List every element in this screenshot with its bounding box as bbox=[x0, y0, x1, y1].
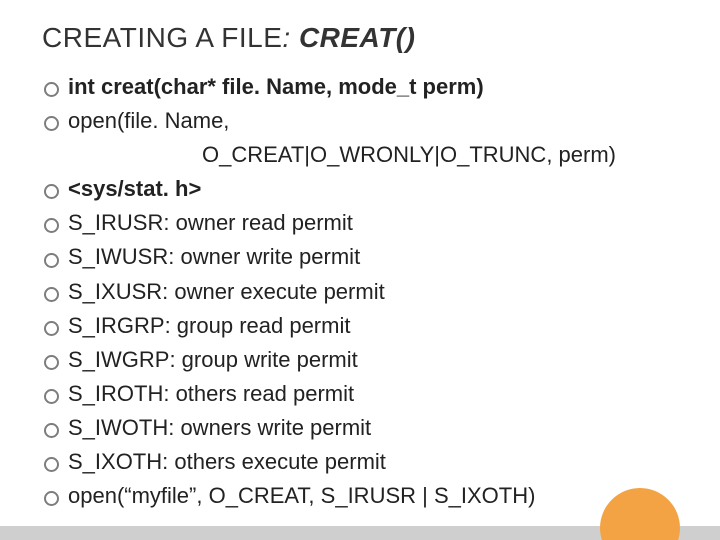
list-item: S_IRUSR: owner read permit bbox=[42, 206, 720, 240]
list-item-text: S_IRGRP: group read permit bbox=[68, 313, 350, 338]
list-item-text: S_IWOTH: owners write permit bbox=[68, 415, 371, 440]
list-item: S_IROTH: others read permit bbox=[42, 377, 720, 411]
list-item: int creat(char* file. Name, mode_t perm) bbox=[42, 70, 720, 104]
list-item: S_IWUSR: owner write permit bbox=[42, 240, 720, 274]
list-item-text: S_IRUSR: owner read permit bbox=[68, 210, 353, 235]
list-item-text: S_IWUSR: owner write permit bbox=[68, 244, 360, 269]
list-item: S_IRGRP: group read permit bbox=[42, 309, 720, 343]
title-colon: : bbox=[282, 22, 299, 53]
list-item-text: int creat(char* file. Name, mode_t perm) bbox=[68, 74, 484, 99]
list-item: <sys/stat. h> bbox=[42, 172, 720, 206]
list-item-text: <sys/stat. h> bbox=[68, 176, 201, 201]
title-func: CREAT() bbox=[299, 22, 416, 53]
title-prefix: CREATING A FILE bbox=[42, 22, 282, 53]
list-item: S_IXUSR: owner execute permit bbox=[42, 275, 720, 309]
continuation-line: O_CREAT|O_WRONLY|O_TRUNC, perm) bbox=[42, 138, 720, 172]
slide: CREATING A FILE: CREAT() int creat(char*… bbox=[0, 0, 720, 540]
list-item: S_IWGRP: group write permit bbox=[42, 343, 720, 377]
list-item-text: open(file. Name, bbox=[68, 108, 229, 133]
list-item-text: S_IROTH: others read permit bbox=[68, 381, 354, 406]
list-item-text: S_IXUSR: owner execute permit bbox=[68, 279, 385, 304]
list-item-text: S_IWGRP: group write permit bbox=[68, 347, 358, 372]
list-item: S_IWOTH: owners write permit bbox=[42, 411, 720, 445]
slide-title: CREATING A FILE: CREAT() bbox=[42, 22, 720, 54]
list-item-text: open(“myfile”, O_CREAT, S_IRUSR | S_IXOT… bbox=[68, 483, 535, 508]
list-item: S_IXOTH: others execute permit bbox=[42, 445, 720, 479]
bullet-list: int creat(char* file. Name, mode_t perm)… bbox=[42, 70, 720, 513]
list-item: open(file. Name, bbox=[42, 104, 720, 138]
list-item-text: S_IXOTH: others execute permit bbox=[68, 449, 386, 474]
decor-bottom-bar bbox=[0, 526, 720, 540]
